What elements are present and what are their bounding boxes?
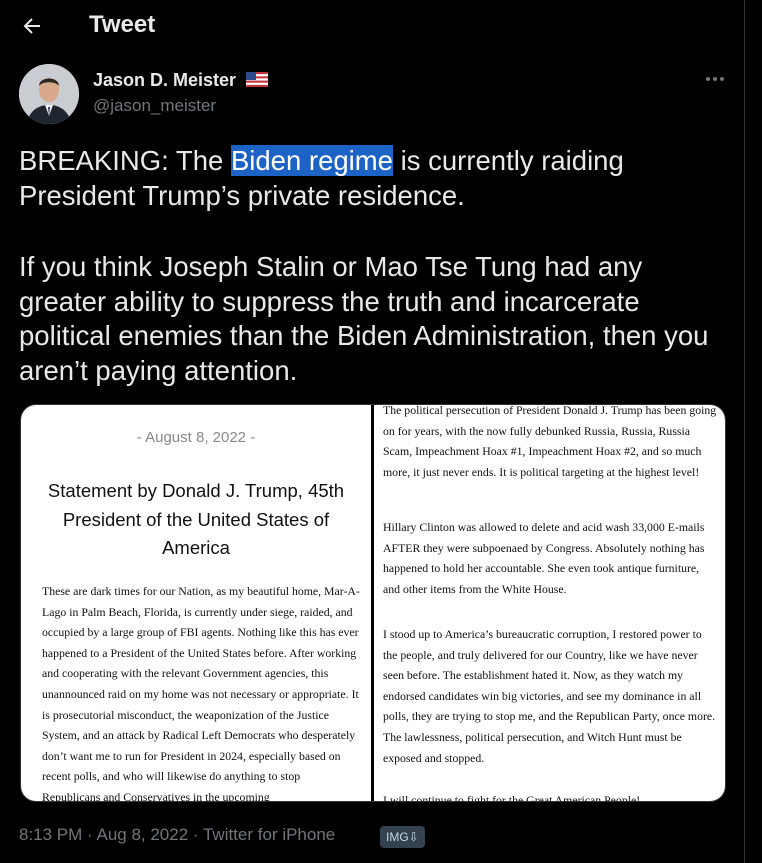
tweet-text-segment: BREAKING: The [19,145,231,176]
author-name[interactable]: Jason D. Meister [93,70,236,91]
image-download-badge[interactable]: IMG⇩ [380,826,425,848]
avatar[interactable] [19,64,79,124]
statement-paragraph: I stood up to America’s bureaucratic cor… [383,627,716,765]
tweet-text-paragraph-2: If you think Joseph Stalin or Mao Tse Tu… [19,251,709,386]
statement-paragraph: The political persecution of President D… [383,405,717,479]
tweet-header: Tweet [0,0,744,52]
timeline-border [744,0,745,863]
statement-paragraph: I will continue to fight for the Great A… [383,793,641,802]
statement-title: Statement by Donald J. Trump, 45th Presi… [47,480,345,558]
selected-text-highlight[interactable]: Biden regime [230,145,393,176]
statement-date: - August 8, 2022 - [136,429,256,446]
statement-paragraph: Hillary Clinton was allowed to delete an… [383,520,705,596]
author-handle[interactable]: @jason_meister [93,96,216,116]
statement-image-right[interactable]: The political persecution of President D… [374,405,725,802]
tweet-media[interactable]: - August 8, 2022 - Statement by Donald J… [20,404,726,802]
back-arrow-icon[interactable] [20,14,44,38]
tweet-text-paragraph-1: BREAKING: The Biden regime is currently … [19,144,719,213]
tweet-timestamp-source[interactable]: 8:13 PM · Aug 8, 2022 · Twitter for iPho… [19,825,335,845]
page-title: Tweet [89,11,156,38]
more-options-icon[interactable] [704,75,726,83]
us-flag-icon [246,72,268,87]
statement-body: These are dark times for our Nation, as … [42,584,360,802]
statement-image-left[interactable]: - August 8, 2022 - Statement by Donald J… [21,405,371,802]
avatar-image [19,64,79,124]
